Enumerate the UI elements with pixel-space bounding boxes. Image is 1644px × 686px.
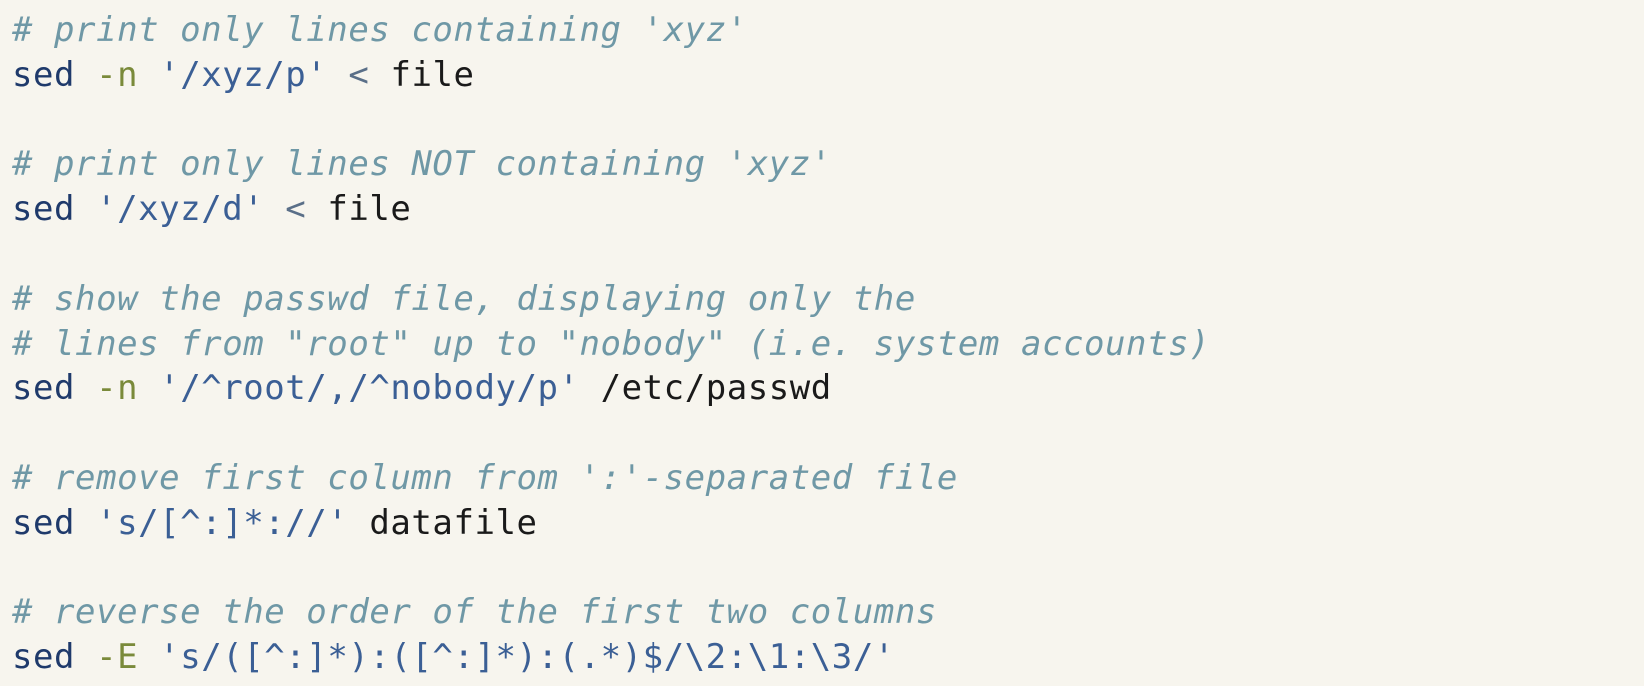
comment-line: # remove first column from ':'-separated… xyxy=(12,456,1210,501)
command-name: sed xyxy=(12,502,76,543)
command-name: sed xyxy=(12,54,76,95)
file-argument: datafile xyxy=(369,502,538,543)
comment-text: # show the passwd file, displaying only … xyxy=(12,278,916,319)
comment-text: # remove first column from ':'-separated… xyxy=(12,457,958,498)
comment-line: # print only lines NOT containing 'xyz' xyxy=(12,142,1210,187)
command-name: sed xyxy=(12,368,76,409)
comment-line: # lines from "root" up to "nobody" (i.e.… xyxy=(12,322,1210,367)
command-name: sed xyxy=(12,637,76,678)
file-argument: /etc/passwd xyxy=(600,368,832,409)
comment-text: # print only lines containing 'xyz' xyxy=(12,10,748,50)
sed-script-string: 's/([^:]*):([^:]*):(.*)$/\2:\1:\3/' xyxy=(159,637,895,678)
comment-text: # lines from "root" up to "nobody" (i.e.… xyxy=(12,323,1211,364)
command-flag: -n xyxy=(96,54,139,95)
comment-text: # reverse the order of the first two col… xyxy=(12,592,937,633)
command-line: sed -E 's/([^:]*):([^:]*):(.*)$/\2:\1:\3… xyxy=(12,635,1210,680)
redirect-operator: < xyxy=(285,189,307,230)
comment-line: # print only lines containing 'xyz' xyxy=(12,8,1210,53)
command-line: sed -n '/xyz/p' < file xyxy=(12,53,1210,98)
sed-script-string: '/^root/,/^nobody/p' xyxy=(159,368,580,409)
command-flag: -E xyxy=(96,637,139,678)
code-block: # print only lines containing 'xyz' sed -… xyxy=(12,8,1210,680)
redirect-operator: < xyxy=(348,54,370,95)
comment-line: # reverse the order of the first two col… xyxy=(12,590,1210,635)
file-argument: file xyxy=(327,189,412,230)
command-line: sed '/xyz/d' < file xyxy=(12,187,1210,232)
command-line: sed -n '/^root/,/^nobody/p' /etc/passwd xyxy=(12,366,1210,411)
sed-script-string: '/xyz/p' xyxy=(159,54,328,95)
sed-script-string: '/xyz/d' xyxy=(96,189,265,230)
file-argument: file xyxy=(390,54,475,95)
comment-line: # show the passwd file, displaying only … xyxy=(12,277,1210,322)
comment-text: # print only lines NOT containing 'xyz' xyxy=(12,144,832,185)
command-line: sed 's/[^:]*://' datafile xyxy=(12,501,1210,546)
sed-script-string: 's/[^:]*://' xyxy=(96,502,349,543)
command-name: sed xyxy=(12,189,76,230)
command-flag: -n xyxy=(96,368,139,409)
